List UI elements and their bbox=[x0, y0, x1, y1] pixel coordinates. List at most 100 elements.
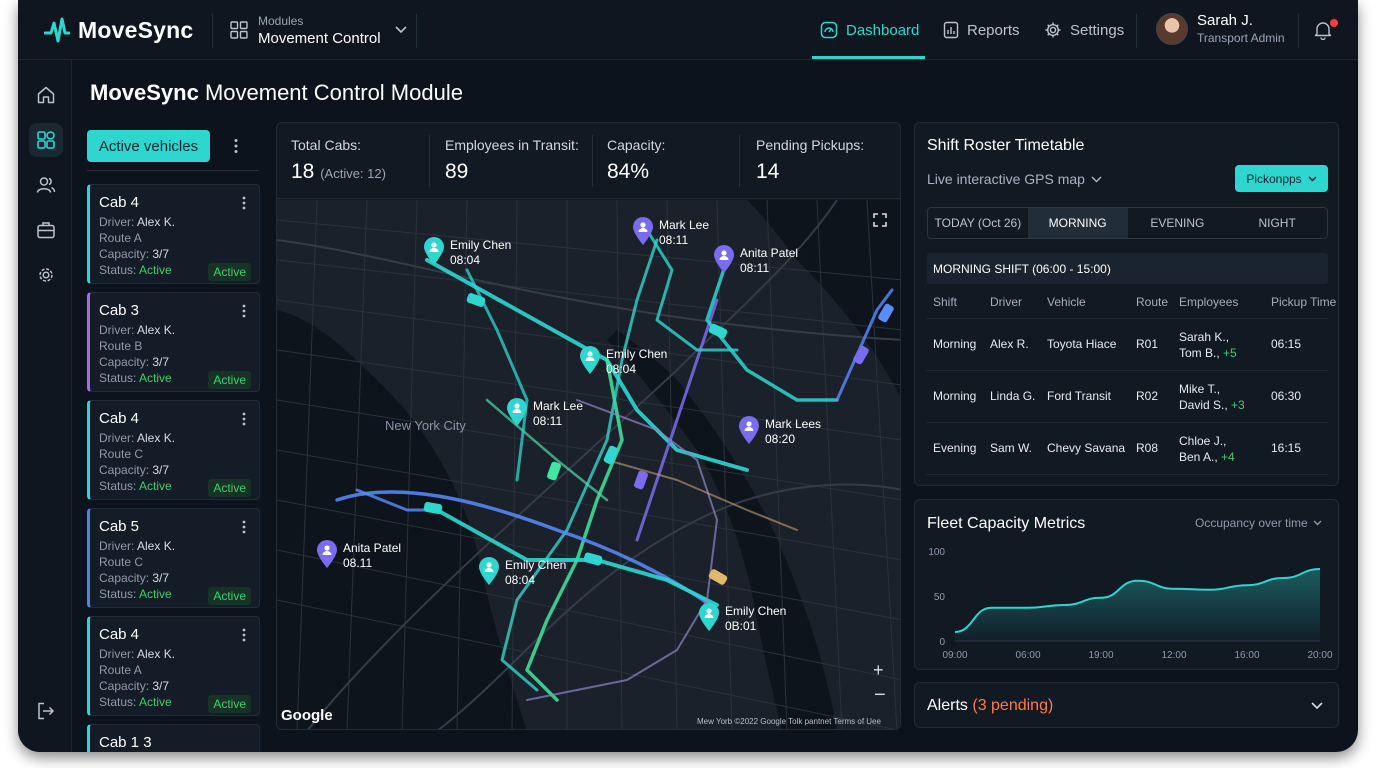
table-cell-pickup-time: 16:15 bbox=[1271, 441, 1302, 455]
vehicle-card[interactable]: Cab 5 Driver: Alex K. Route C Capacity: 3/7… bbox=[87, 508, 260, 608]
map-pin[interactable] bbox=[738, 415, 760, 450]
nav-dashboard-label: Dashboard bbox=[846, 21, 920, 39]
tab-night[interactable]: NIGHT bbox=[1227, 208, 1327, 238]
pickups-dropdown-button[interactable]: Pickonpps bbox=[1235, 165, 1328, 192]
sidebar-item-briefcase[interactable] bbox=[33, 217, 59, 243]
table-cell-vehicle: Toyota Hiace bbox=[1047, 337, 1117, 351]
sidebar-item-logout[interactable] bbox=[33, 698, 59, 724]
nav-reports[interactable]: Reports bbox=[943, 0, 1020, 60]
fullscreen-icon[interactable] bbox=[873, 213, 887, 227]
vehicle-driver: Driver: Alex K. bbox=[99, 539, 175, 553]
table-column-header: Employees bbox=[1179, 295, 1239, 309]
more-vertical-icon[interactable] bbox=[241, 520, 247, 534]
map-pin[interactable] bbox=[316, 539, 338, 574]
status-label: Status: bbox=[99, 371, 137, 385]
driver-label: Driver: bbox=[99, 431, 135, 445]
more-vertical-icon[interactable] bbox=[241, 304, 247, 318]
vehicle-card-partial[interactable]: Cab 1 3 bbox=[87, 724, 260, 752]
table-column-header: Route bbox=[1136, 295, 1169, 309]
capacity-label: Capacity: bbox=[99, 463, 150, 477]
alerts-title: Alerts (3 pending) bbox=[927, 697, 1053, 715]
zoom-in-button[interactable]: + bbox=[873, 660, 884, 681]
map-pin[interactable] bbox=[579, 345, 601, 380]
occupancy-dropdown[interactable]: Occupancy over time bbox=[1195, 516, 1322, 530]
user-menu[interactable]: Sarah J. Transport Admin bbox=[1156, 12, 1285, 45]
app-window: MoveSync Modules Movement Control Dashbo… bbox=[18, 0, 1358, 752]
map-pin[interactable] bbox=[632, 216, 654, 251]
chevron-down-icon bbox=[1313, 520, 1322, 526]
vehicle-status: Status: Active bbox=[99, 371, 172, 385]
page-title-rest: Movement Control Module bbox=[204, 80, 463, 105]
alerts-label: Alerts bbox=[927, 697, 968, 714]
tab-evening[interactable]: EVENING bbox=[1128, 208, 1228, 238]
employee-name: Mike T., bbox=[1179, 382, 1221, 396]
pin-time: 08:11 bbox=[659, 233, 689, 247]
map-pin[interactable] bbox=[423, 236, 445, 271]
map-canvas[interactable] bbox=[277, 199, 901, 730]
table-cell-pickup-time: 06:30 bbox=[1271, 389, 1302, 403]
more-vertical-icon[interactable] bbox=[241, 196, 247, 210]
table-column-header: Pickup Time bbox=[1271, 295, 1337, 309]
status-value: Active bbox=[139, 371, 172, 385]
more-vertical-icon[interactable] bbox=[241, 412, 247, 426]
live-gps-map[interactable]: New York City Emily Chen 08:04 Mark Lee 08:… bbox=[277, 199, 901, 730]
status-label: Status: bbox=[99, 695, 137, 709]
tab-morning[interactable]: MORNING bbox=[1027, 208, 1128, 238]
modules-icon bbox=[37, 131, 55, 149]
vehicle-card[interactable]: Cab 4 Driver: Alex K. Route C Capacity: 3/7… bbox=[87, 400, 260, 500]
map-pin[interactable] bbox=[506, 397, 528, 432]
map-pin[interactable] bbox=[478, 556, 500, 591]
active-vehicles-button[interactable]: Active vehicles bbox=[87, 130, 210, 162]
sidebar bbox=[18, 60, 72, 752]
sidebar-item-settings[interactable] bbox=[33, 262, 59, 288]
table-column-header: Vehicle bbox=[1047, 295, 1086, 309]
table-cell-employees: Sarah K., Tom B., +5 bbox=[1179, 329, 1237, 361]
more-vertical-icon[interactable] bbox=[233, 138, 239, 154]
sidebar-item-modules[interactable] bbox=[29, 123, 63, 157]
chevron-down-icon bbox=[394, 26, 407, 34]
pin-time: 08:04 bbox=[505, 573, 536, 587]
nav-settings[interactable]: Settings bbox=[1044, 0, 1124, 60]
app-logo[interactable]: MoveSync bbox=[44, 15, 193, 45]
x-tick-label: 06:00 bbox=[1015, 650, 1040, 661]
pin-name: Emily Chen bbox=[606, 347, 668, 361]
status-badge: Active bbox=[208, 587, 251, 605]
more-employees-count[interactable]: +5 bbox=[1223, 346, 1237, 360]
gps-map-dropdown[interactable]: Live interactive GPS map bbox=[927, 171, 1102, 187]
sidebar-item-home[interactable] bbox=[33, 82, 59, 108]
vehicle-card[interactable]: Cab 4 Driver: Alex K. Route A Capacity: 3/7… bbox=[87, 184, 260, 284]
vehicle-card[interactable]: Cab 4 Driver: Alex K. Route A Capacity: 3/7… bbox=[87, 616, 260, 716]
capacity-value: 3/7 bbox=[152, 679, 170, 693]
vehicle-card[interactable]: Cab 3 Driver: Alex K. Route B Capacity: 3/7… bbox=[87, 292, 260, 392]
module-switcher[interactable]: Modules Movement Control bbox=[230, 12, 407, 48]
pin-name: Mark Lee bbox=[659, 218, 710, 232]
more-vertical-icon[interactable] bbox=[241, 628, 247, 642]
sidebar-item-users[interactable] bbox=[33, 172, 59, 198]
nav-dashboard[interactable]: Dashboard bbox=[820, 0, 919, 60]
divider bbox=[416, 14, 417, 48]
vehicle-route: Route A bbox=[99, 663, 142, 677]
map-pin-label: Anita Patel 08:11 bbox=[740, 246, 798, 276]
vehicle-driver: Driver: Alex K. bbox=[99, 431, 175, 445]
pin-time: 08.11 bbox=[343, 556, 373, 570]
x-tick-label: 12:00 bbox=[1161, 650, 1186, 661]
map-pin[interactable] bbox=[698, 602, 720, 637]
tab-today[interactable]: TODAY (Oct 26) bbox=[928, 208, 1028, 238]
map-attribution[interactable]: Mew Yorb ©2022 Google Tolk pantnet Terms… bbox=[697, 717, 881, 726]
table-cell-driver: Alex R. bbox=[990, 337, 1029, 351]
zoom-out-button[interactable]: − bbox=[874, 684, 886, 707]
chevron-down-icon[interactable] bbox=[1311, 702, 1323, 710]
map-city-label: New York City bbox=[385, 418, 466, 433]
capacity-value: 3/7 bbox=[152, 355, 170, 369]
vehicle-driver: Driver: Alex K. bbox=[99, 647, 175, 661]
more-employees-count[interactable]: +4 bbox=[1221, 450, 1235, 464]
map-pin[interactable] bbox=[713, 244, 735, 279]
divider bbox=[87, 170, 259, 171]
vehicle-card-title: Cab 4 bbox=[99, 626, 140, 643]
alerts-panel[interactable]: Alerts (3 pending) bbox=[914, 682, 1339, 728]
status-label: Status: bbox=[99, 587, 137, 601]
table-cell-route: R01 bbox=[1136, 337, 1159, 351]
table-cell-shift: Evening bbox=[933, 441, 977, 455]
modules-label: Modules bbox=[258, 13, 304, 28]
more-employees-count[interactable]: +3 bbox=[1231, 398, 1245, 412]
